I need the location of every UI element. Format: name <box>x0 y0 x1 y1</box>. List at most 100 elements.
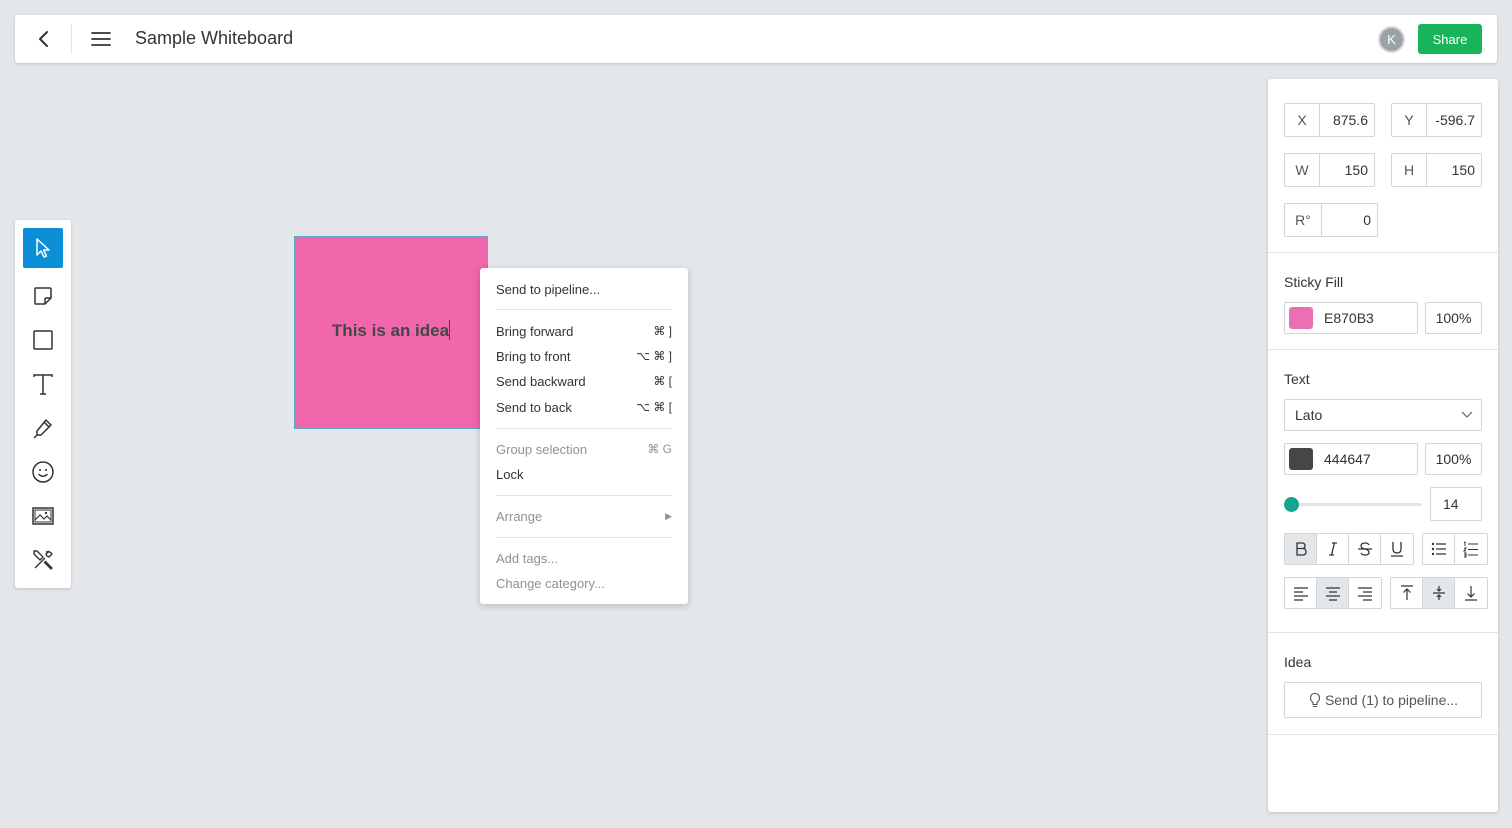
field-value[interactable]: 0 <box>1322 204 1377 236</box>
panel-divider <box>1268 349 1498 350</box>
fill-color-swatch[interactable] <box>1289 307 1313 329</box>
underline-button[interactable] <box>1381 534 1413 564</box>
menu-send-backward[interactable]: Send backward ⌘ [ <box>496 370 672 392</box>
text-opacity-field[interactable]: 100% <box>1425 443 1482 475</box>
select-tool-button[interactable] <box>23 228 63 268</box>
sticky-note[interactable]: This is an idea <box>294 236 488 429</box>
top-header: Sample Whiteboard K Share <box>15 15 1497 63</box>
align-center-button[interactable] <box>1317 578 1349 608</box>
field-value[interactable]: -596.7 <box>1427 104 1481 136</box>
font-family-select[interactable]: Lato <box>1284 399 1482 431</box>
field-label: Y <box>1392 104 1427 136</box>
text-color-field[interactable]: 444647 <box>1284 443 1418 475</box>
lightbulb-icon <box>1309 692 1321 708</box>
align-middle-icon <box>1432 586 1445 600</box>
text-icon <box>33 374 53 395</box>
list-style-group <box>1422 533 1488 565</box>
back-arrow-icon[interactable] <box>31 26 57 52</box>
align-bottom-icon <box>1465 586 1477 601</box>
text-style-group <box>1284 533 1414 565</box>
emoji-icon <box>32 461 54 483</box>
menu-item-label: Send to pipeline... <box>496 281 601 297</box>
align-right-button[interactable] <box>1349 578 1381 608</box>
y-position-field[interactable]: Y -596.7 <box>1391 103 1482 137</box>
tools-tool-button[interactable] <box>23 540 63 580</box>
align-center-icon <box>1325 587 1340 601</box>
menu-bring-forward[interactable]: Bring forward ⌘ ] <box>496 320 672 342</box>
share-button[interactable]: Share <box>1418 24 1482 54</box>
send-to-pipeline-button[interactable]: Send (1) to pipeline... <box>1284 682 1482 718</box>
menu-divider <box>496 428 672 429</box>
font-size-field[interactable]: 14 <box>1430 487 1482 521</box>
align-bottom-button[interactable] <box>1455 578 1487 608</box>
field-value[interactable]: 150 <box>1427 154 1481 186</box>
bullet-list-button[interactable] <box>1423 534 1455 564</box>
sticky-note-text[interactable]: This is an idea <box>332 320 451 341</box>
menu-item-shortcut: ⌥ ⌘ [ <box>636 400 672 414</box>
menu-item-shortcut: ⌘ ] <box>653 324 672 338</box>
emoji-tool-button[interactable] <box>23 452 63 492</box>
menu-send-to-pipeline[interactable]: Send to pipeline... <box>496 278 672 300</box>
align-top-button[interactable] <box>1391 578 1423 608</box>
italic-button[interactable] <box>1317 534 1349 564</box>
menu-lock[interactable]: Lock <box>496 463 672 485</box>
menu-send-to-back[interactable]: Send to back ⌥ ⌘ [ <box>496 396 672 418</box>
user-avatar[interactable]: K <box>1378 26 1405 53</box>
font-size-slider-track[interactable] <box>1290 503 1422 506</box>
menu-group-selection[interactable]: Group selection ⌘ G <box>496 438 672 460</box>
menu-add-tags[interactable]: Add tags... <box>496 547 672 569</box>
menu-item-label: Send to back <box>496 399 572 415</box>
text-align-group <box>1284 577 1382 609</box>
strikethrough-button[interactable] <box>1349 534 1381 564</box>
align-right-icon <box>1358 587 1372 601</box>
align-left-button[interactable] <box>1285 578 1317 608</box>
board-title[interactable]: Sample Whiteboard <box>135 28 293 49</box>
align-top-icon <box>1400 585 1413 600</box>
text-color-hex: 444647 <box>1324 451 1371 467</box>
font-family-value: Lato <box>1295 407 1323 423</box>
rectangle-icon <box>33 330 53 350</box>
context-menu: Send to pipeline... Bring forward ⌘ ] Bri… <box>480 268 688 604</box>
align-middle-button[interactable] <box>1423 578 1455 608</box>
chevron-down-icon <box>1461 411 1473 418</box>
rotation-field[interactable]: R° 0 <box>1284 203 1378 237</box>
panel-divider <box>1268 632 1498 633</box>
properties-panel: X 875.6 Y -596.7 W 150 H 150 R° 0 Sticky… <box>1268 79 1498 812</box>
height-field[interactable]: H 150 <box>1391 153 1482 187</box>
menu-change-category[interactable]: Change category... <box>496 572 672 594</box>
menu-item-shortcut: ⌥ ⌘ ] <box>636 349 672 363</box>
image-icon <box>32 507 54 525</box>
x-position-field[interactable]: X 875.6 <box>1284 103 1375 137</box>
hamburger-menu-icon[interactable] <box>88 26 114 52</box>
menu-item-label: Bring forward <box>496 323 574 339</box>
image-tool-button[interactable] <box>23 496 63 536</box>
sticky-note-icon <box>34 287 52 305</box>
font-size-slider-thumb[interactable] <box>1284 497 1299 512</box>
underline-icon <box>1391 542 1403 557</box>
header-divider <box>71 24 72 54</box>
rectangle-tool-button[interactable] <box>23 320 63 360</box>
text-color-swatch[interactable] <box>1289 448 1313 470</box>
text-tool-button[interactable] <box>23 364 63 404</box>
text-section-title: Text <box>1284 371 1310 387</box>
field-label: R° <box>1285 204 1322 236</box>
sticky-note-tool-button[interactable] <box>23 276 63 316</box>
send-to-pipeline-label: Send (1) to pipeline... <box>1324 692 1459 708</box>
menu-item-label: Arrange <box>496 508 543 524</box>
fill-opacity-field[interactable]: 100% <box>1425 302 1482 334</box>
sticky-fill-title: Sticky Fill <box>1284 274 1344 290</box>
field-value[interactable]: 150 <box>1320 154 1374 186</box>
field-value[interactable]: 875.6 <box>1320 104 1374 136</box>
bold-button[interactable] <box>1285 534 1317 564</box>
panel-divider <box>1268 252 1498 253</box>
sticky-fill-color-field[interactable]: E870B3 <box>1284 302 1418 334</box>
field-label: X <box>1285 104 1320 136</box>
pen-tool-button[interactable] <box>23 408 63 448</box>
menu-arrange[interactable]: Arrange ▶ <box>496 505 672 527</box>
menu-divider <box>496 495 672 496</box>
width-field[interactable]: W 150 <box>1284 153 1375 187</box>
panel-divider <box>1268 734 1498 735</box>
vertical-align-group <box>1390 577 1488 609</box>
menu-bring-to-front[interactable]: Bring to front ⌥ ⌘ ] <box>496 345 672 367</box>
numbered-list-button[interactable] <box>1455 534 1487 564</box>
